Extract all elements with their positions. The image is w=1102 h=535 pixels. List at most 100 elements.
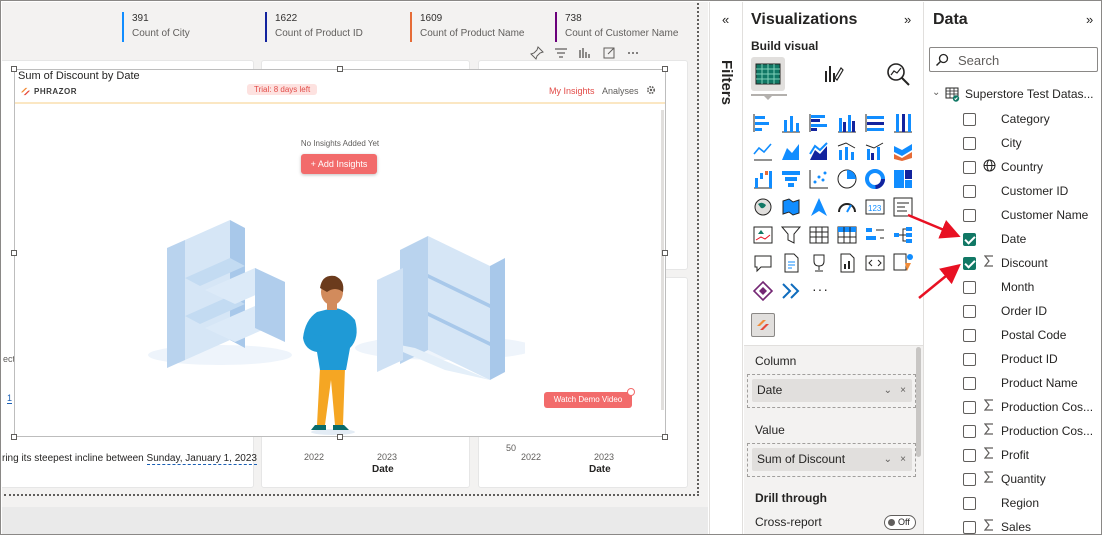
checkbox[interactable] (963, 377, 976, 390)
field-item[interactable]: Order ID (924, 300, 1101, 324)
search-input[interactable] (956, 51, 1094, 69)
field-item[interactable]: Country (924, 156, 1101, 180)
add-insights-button[interactable]: + Add Insights (301, 154, 377, 174)
filter-icon[interactable] (554, 46, 568, 60)
focus-mode-icon[interactable] (602, 46, 616, 60)
format-visual-tab[interactable] (816, 57, 850, 91)
checkbox[interactable] (963, 401, 976, 414)
checkbox[interactable] (963, 185, 976, 198)
field-item[interactable]: Region (924, 492, 1101, 516)
line-and-clustered-column-icon[interactable] (864, 140, 886, 162)
kpi-card-product-id[interactable]: 1622 Count of Product ID (265, 12, 363, 42)
resize-handle[interactable] (662, 66, 668, 72)
checkbox-checked[interactable] (963, 233, 976, 246)
field-item[interactable]: Date (924, 228, 1101, 252)
ribbon-chart-icon[interactable] (892, 140, 914, 162)
stacked-column-chart-icon[interactable] (780, 112, 802, 134)
pie-chart-icon[interactable] (836, 168, 858, 190)
wells-scrollbar[interactable] (916, 347, 921, 457)
scatter-chart-icon[interactable] (808, 168, 830, 190)
checkbox[interactable] (963, 425, 976, 438)
kpi-card-city[interactable]: 391 Count of City (122, 12, 190, 42)
paginated-report-icon[interactable] (836, 252, 858, 274)
analytics-tab[interactable] (881, 57, 915, 91)
value-field-chip[interactable]: Sum of Discount ⌄ × (752, 448, 912, 471)
checkbox[interactable] (963, 113, 976, 126)
field-item[interactable]: Sales (924, 516, 1101, 534)
stacked-bar-chart-icon[interactable] (752, 112, 774, 134)
filters-label[interactable]: Filters (718, 60, 735, 105)
format-icon[interactable] (578, 46, 592, 60)
field-item[interactable]: Quantity (924, 468, 1101, 492)
field-item[interactable]: Product ID (924, 348, 1101, 372)
checkbox[interactable] (963, 353, 976, 366)
azure-map-icon[interactable] (808, 196, 830, 218)
qa-icon[interactable] (752, 252, 774, 274)
field-item[interactable]: Production Cos... (924, 420, 1101, 444)
filters-expand-icon[interactable]: « (722, 12, 729, 27)
gear-icon[interactable] (645, 84, 657, 96)
field-item[interactable]: Profit (924, 444, 1101, 468)
power-apps-icon[interactable] (864, 252, 886, 274)
checkbox[interactable] (963, 473, 976, 486)
power-automate-icon[interactable] (892, 252, 914, 274)
multi-row-card-icon[interactable] (892, 196, 914, 218)
column-field-chip[interactable]: Date ⌄ × (752, 379, 912, 402)
field-item[interactable]: Production Cos... (924, 396, 1101, 420)
checkbox[interactable] (963, 449, 976, 462)
checkbox[interactable] (963, 329, 976, 342)
table-node-superstore[interactable]: ⌄ Superstore Test Datas... (932, 85, 1101, 105)
field-item[interactable]: Customer ID (924, 180, 1101, 204)
kpi-card-product-name[interactable]: 1609 Count of Product Name (410, 12, 525, 42)
smart-narrative-icon[interactable] (780, 252, 802, 274)
field-item[interactable]: Category (924, 108, 1101, 132)
filled-map-icon[interactable] (780, 196, 802, 218)
line-chart-icon[interactable] (752, 140, 774, 162)
visual-scrollbar[interactable] (661, 110, 664, 410)
more-options-icon[interactable] (626, 46, 640, 60)
goals-trophy-icon[interactable] (808, 252, 830, 274)
resize-handle[interactable] (662, 434, 668, 440)
waterfall-chart-icon[interactable] (752, 168, 774, 190)
funnel-chart-icon[interactable] (780, 168, 802, 190)
field-item[interactable]: Customer Name (924, 204, 1101, 228)
phrazor-custom-visual[interactable] (751, 313, 775, 337)
cross-report-toggle[interactable]: Off (884, 515, 916, 530)
phrazor-visual[interactable]: Sum of Discount by Date PHRAZOR Trial: 8… (14, 69, 666, 437)
resize-handle[interactable] (337, 434, 343, 440)
checkbox[interactable] (963, 497, 976, 510)
line-and-stacked-column-icon[interactable] (836, 140, 858, 162)
field-item[interactable]: Discount (924, 252, 1101, 276)
checkbox[interactable] (963, 209, 976, 222)
chevron-down-icon[interactable]: ⌄ (884, 448, 892, 471)
slicer-icon[interactable] (780, 224, 802, 246)
narrative-link[interactable]: Sunday, January 1, 2023 (146, 453, 257, 465)
100-stacked-column-chart-icon[interactable] (892, 112, 914, 134)
gauge-icon[interactable] (836, 196, 858, 218)
donut-chart-icon[interactable] (864, 168, 886, 190)
checkbox[interactable] (963, 521, 976, 534)
clustered-column-chart-icon[interactable] (836, 112, 858, 134)
chevron-down-icon[interactable]: ⌄ (932, 87, 940, 98)
data-collapse-icon[interactable]: » (1086, 12, 1093, 27)
kpi-icon[interactable] (752, 224, 774, 246)
resize-handle[interactable] (11, 434, 17, 440)
checkbox[interactable] (963, 161, 976, 174)
analyses-tab[interactable]: Analyses (602, 86, 639, 96)
column-well[interactable]: Date ⌄ × (747, 374, 916, 408)
stacked-area-chart-icon[interactable] (808, 140, 830, 162)
decomposition-tree-icon[interactable] (892, 224, 914, 246)
resize-handle[interactable] (662, 250, 668, 256)
field-item[interactable]: Month (924, 276, 1101, 300)
treemap-icon[interactable] (892, 168, 914, 190)
kpi-card-customer-name[interactable]: 738 Count of Customer Name (555, 12, 678, 42)
flow-chevrons-icon[interactable] (780, 280, 802, 302)
remove-field-icon[interactable]: × (900, 448, 906, 471)
field-item[interactable]: Product Name (924, 372, 1101, 396)
matrix-icon[interactable] (836, 224, 858, 246)
visualizations-collapse-icon[interactable]: » (904, 12, 911, 27)
chevron-down-icon[interactable]: ⌄ (884, 379, 892, 402)
checkbox[interactable] (963, 137, 976, 150)
area-chart-icon[interactable] (780, 140, 802, 162)
more-visuals-icon[interactable]: ··· (812, 281, 829, 297)
